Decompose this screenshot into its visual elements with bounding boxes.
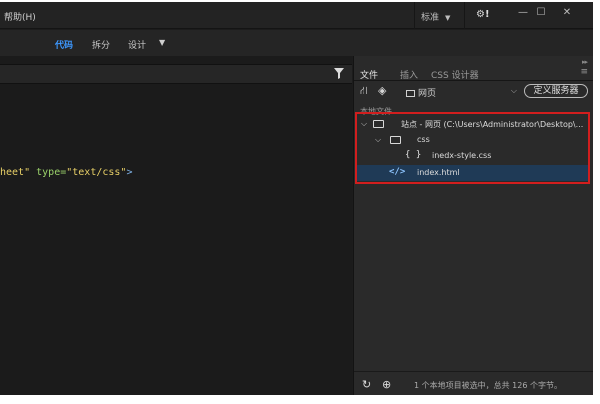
chevron-down-icon: ▼ — [445, 14, 451, 22]
git-icon[interactable]: ◈ — [378, 84, 386, 97]
tree-row-html-file[interactable]: </> index.html — [357, 165, 588, 181]
code-line: heet" type="text/css"> — [0, 167, 132, 178]
chevron-down-icon[interactable]: ⌵ — [375, 135, 381, 145]
tab-files[interactable]: 文件 — [360, 68, 378, 81]
app-window: 帮助(H) 标准 ▼ ⚙! — ☐ ✕ 代码 拆分 设计 ▼ heet" type… — [0, 2, 593, 395]
folder-icon — [390, 136, 401, 144]
panel-grip-icon[interactable]: ▸▸ — [582, 58, 588, 66]
code-token-attr: type= — [30, 167, 67, 178]
workspace-switcher[interactable]: 标准 ▼ — [414, 2, 464, 29]
tab-insert[interactable]: 插入 — [400, 68, 418, 81]
minimize-button[interactable]: — — [514, 7, 532, 21]
maximize-button[interactable]: ☐ — [532, 7, 550, 21]
connect-icon[interactable]: ⛙ — [360, 84, 368, 99]
tab-split[interactable]: 拆分 — [92, 38, 110, 51]
workspace-label: 标准 — [421, 13, 440, 23]
close-button[interactable]: ✕ — [558, 7, 576, 21]
code-filter-bar — [0, 64, 352, 84]
sync-settings-button[interactable]: ⚙! — [464, 2, 504, 29]
panel-tabs: 文件 插入 CSS 设计器 ≡ — [354, 66, 593, 81]
tree-label: index.html — [417, 168, 460, 177]
folder-icon — [406, 90, 415, 97]
file-tree: ⌵ 站点 - 网页 (C:\Users\Administrator\Deskto… — [355, 112, 590, 184]
site-select-value: 网页 — [418, 89, 437, 99]
document-toolbar: 代码 拆分 设计 ▼ — [0, 30, 593, 56]
refresh-icon[interactable]: ↻ — [362, 378, 371, 391]
tree-row-site[interactable]: ⌵ 站点 - 网页 (C:\Users\Administrator\Deskto… — [357, 116, 588, 132]
files-panel: ▸▸ 文件 插入 CSS 设计器 ≡ ⛙ ◈ 网页 ⌵ 定义服务器 本地文件 ⌵… — [353, 56, 593, 395]
files-toolbar: ⛙ ◈ 网页 ⌵ 定义服务器 — [354, 82, 593, 102]
code-editor[interactable]: heet" type="text/css"> — [0, 56, 352, 395]
html-file-icon: </> — [389, 167, 406, 177]
tree-row-css-file[interactable]: { } inedx-style.css — [357, 148, 588, 164]
chevron-down-icon[interactable]: ⌵ — [361, 119, 367, 129]
tree-label: inedx-style.css — [432, 151, 492, 160]
design-dropdown-icon[interactable]: ▼ — [159, 38, 165, 47]
panel-menu-icon[interactable]: ≡ — [580, 67, 588, 77]
site-select[interactable]: 网页 ⌵ — [404, 84, 519, 99]
maximize-icon: ☐ — [536, 7, 546, 18]
panel-status-bar: ↻ ⊕ 1 个本地项目被选中，总共 126 个字节。 — [354, 371, 593, 395]
code-token-tag: > — [126, 167, 133, 178]
menu-help[interactable]: 帮助(H) — [4, 10, 36, 23]
tree-label: 站点 - 网页 (C:\Users\Administrator\Desktop\… — [401, 120, 584, 129]
tree-label: css — [417, 135, 430, 144]
code-token-string: heet" — [0, 167, 31, 178]
filter-icon[interactable] — [334, 68, 344, 79]
gear-icon: ⚙! — [476, 9, 490, 20]
menu-bar: 帮助(H) 标准 ▼ ⚙! — ☐ ✕ — [0, 2, 593, 29]
tab-css-designer[interactable]: CSS 设计器 — [431, 68, 479, 81]
minimize-icon: — — [518, 7, 528, 18]
tree-row-css-folder[interactable]: ⌵ css — [357, 132, 588, 148]
chevron-down-icon: ⌵ — [510, 86, 517, 95]
close-icon: ✕ — [562, 7, 572, 18]
folder-icon — [373, 120, 384, 128]
globe-icon[interactable]: ⊕ — [382, 378, 391, 391]
css-file-icon: { } — [405, 150, 422, 160]
tab-code[interactable]: 代码 — [55, 38, 73, 51]
define-server-button[interactable]: 定义服务器 — [524, 84, 588, 98]
status-text: 1 个本地项目被选中，总共 126 个字节。 — [414, 381, 562, 390]
code-token-value: "text/css" — [66, 167, 127, 178]
tab-design[interactable]: 设计 — [128, 38, 146, 51]
